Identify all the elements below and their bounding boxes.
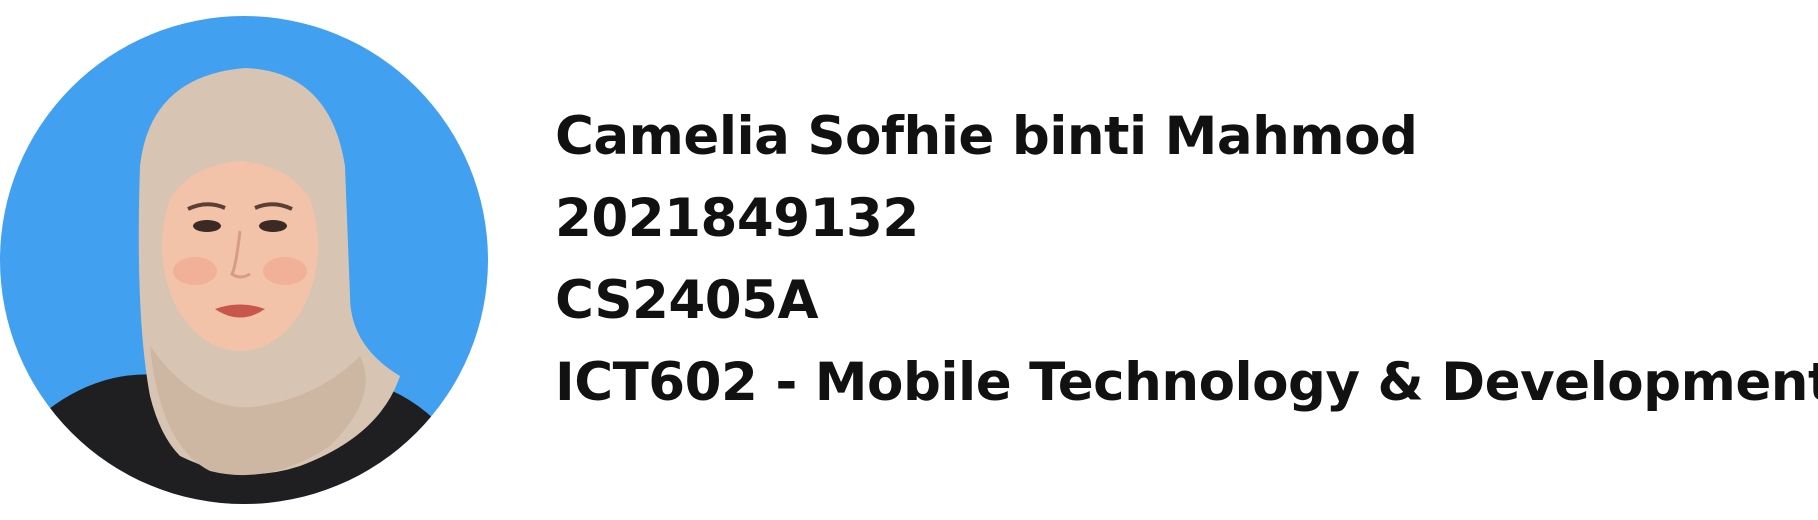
profile-photo <box>0 16 488 504</box>
left-cheek <box>173 257 217 285</box>
profile-details: Camelia Sofhie binti Mahmod 2021849132 C… <box>555 96 1818 424</box>
profile-card: Camelia Sofhie binti Mahmod 2021849132 C… <box>0 0 1818 520</box>
left-eye <box>193 220 221 232</box>
student-id: 2021849132 <box>555 188 919 249</box>
right-eye <box>259 220 287 232</box>
class-group: CS2405A <box>555 270 819 331</box>
profile-photo-graphic <box>0 16 488 504</box>
student-name: Camelia Sofhie binti Mahmod <box>555 106 1418 167</box>
right-cheek <box>263 257 307 285</box>
course-title: ICT602 - Mobile Technology & Development <box>555 352 1818 413</box>
